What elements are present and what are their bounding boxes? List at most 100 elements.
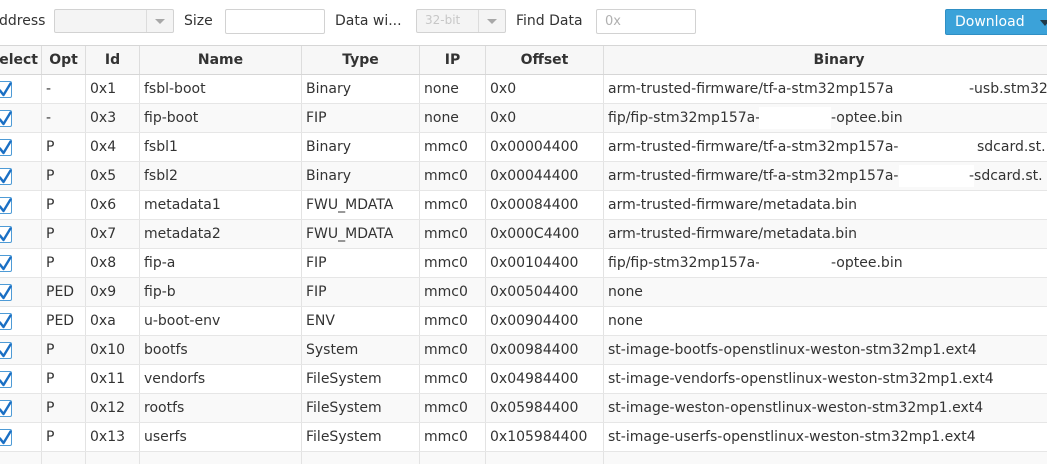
- select-checkbox[interactable]: [0, 400, 12, 417]
- select-checkbox[interactable]: [0, 313, 12, 330]
- find-data-input[interactable]: [596, 9, 696, 34]
- table-row[interactable]: PED 0x9 fip-b FIP mmc0 0x00504400 none: [0, 278, 1047, 307]
- address-combo-arrow-zone[interactable]: [146, 10, 173, 32]
- name-cell: bootfs: [140, 336, 302, 364]
- type-text: FWU_MDATA: [306, 197, 394, 213]
- name-text: rootfs: [144, 400, 185, 416]
- column-header-id[interactable]: Id: [86, 46, 140, 74]
- type-cell: Binary: [302, 133, 420, 161]
- select-checkbox[interactable]: [0, 255, 12, 272]
- data-width-value: 32-bit: [425, 13, 461, 27]
- opt-text: P: [46, 255, 55, 271]
- select-checkbox[interactable]: [0, 81, 12, 98]
- select-cell: [0, 336, 42, 364]
- checkmark-icon: [0, 140, 12, 155]
- chevron-down-icon: [155, 19, 165, 24]
- column-header-opt[interactable]: Opt: [42, 46, 86, 74]
- select-checkbox[interactable]: [0, 371, 12, 388]
- select-checkbox[interactable]: [0, 429, 12, 446]
- select-checkbox[interactable]: [0, 342, 12, 359]
- opt-text: P: [46, 400, 55, 416]
- id-cell: 0x8: [86, 249, 140, 277]
- column-header-offset[interactable]: Offset: [486, 46, 604, 74]
- table-row[interactable]: P 0x4 fsbl1 Binary mmc0 0x00004400 arm-trusted…: [0, 133, 1047, 162]
- id-cell: 0xa: [86, 307, 140, 335]
- size-input[interactable]: [225, 9, 325, 34]
- ip-text: mmc0: [424, 255, 468, 271]
- table-row[interactable]: PED 0xa u-boot-env ENV mmc0 0x00904400 none: [0, 307, 1047, 336]
- address-combo[interactable]: [54, 9, 174, 33]
- opt-text: P: [46, 342, 55, 358]
- data-width-select[interactable]: 32-bit: [416, 9, 506, 33]
- chevron-down-icon[interactable]: [1040, 20, 1047, 26]
- binary-tail-text: -usb.stm32: [969, 81, 1047, 97]
- offset-cell: 0x00904400: [486, 307, 604, 335]
- table-row[interactable]: P 0x11 vendorfs FileSystem mmc0 0x04984400 st-…: [0, 365, 1047, 394]
- column-header-type[interactable]: Type: [302, 46, 420, 74]
- id-cell: 0x4: [86, 133, 140, 161]
- select-checkbox[interactable]: [0, 139, 12, 156]
- select-checkbox[interactable]: [0, 226, 12, 243]
- binary-cell: st-image-vendorfs-openstlinux-weston-stm…: [604, 365, 1047, 393]
- offset-text: 0x00104400: [490, 255, 579, 271]
- id-text: 0x7: [90, 226, 117, 242]
- table-row[interactable]: P 0x12 rootfs FileSystem mmc0 0x05984400 st-im…: [0, 394, 1047, 423]
- offset-cell: 0x000C4400: [486, 220, 604, 248]
- select-checkbox[interactable]: [0, 197, 12, 214]
- table-row[interactable]: P 0x8 fip-a FIP mmc0 0x00104400 fip/fip-stm32m…: [0, 249, 1047, 278]
- type-cell: FWU_MDATA: [302, 191, 420, 219]
- name-text: fsbl-boot: [144, 81, 206, 97]
- select-cell: [0, 423, 42, 451]
- table-row[interactable]: P 0x10 bootfs System mmc0 0x00984400 st-image-…: [0, 336, 1047, 365]
- type-cell: ENV: [302, 307, 420, 335]
- table-row[interactable]: P 0x7 metadata2 FWU_MDATA mmc0 0x000C4400 arm-…: [0, 220, 1047, 249]
- offset-text: 0x105984400: [490, 429, 588, 445]
- select-cell: [0, 104, 42, 132]
- select-checkbox[interactable]: [0, 284, 12, 301]
- id-text: 0x3: [90, 110, 117, 126]
- select-cell: [0, 394, 42, 422]
- data-width-arrow-zone[interactable]: [478, 10, 505, 32]
- type-cell: Binary: [302, 162, 420, 190]
- binary-cell: st-image-userfs-openstlinux-weston-stm32…: [604, 423, 1047, 451]
- offset-text: 0x0: [490, 81, 517, 97]
- binary-tail-text: -optee.bin: [831, 110, 903, 126]
- opt-cell: -: [42, 75, 86, 103]
- column-header-binary[interactable]: Binary: [604, 46, 1047, 74]
- table-row[interactable]: - 0x3 fip-boot FIP none 0x0 fip/fip-stm32mp157…: [0, 104, 1047, 133]
- empty-cell: [86, 452, 140, 464]
- binary-text: none: [608, 313, 643, 329]
- id-cell: 0x13: [86, 423, 140, 451]
- select-checkbox[interactable]: [0, 168, 12, 185]
- id-text: 0x13: [90, 429, 126, 445]
- select-checkbox[interactable]: [0, 110, 12, 127]
- opt-text: P: [46, 197, 55, 213]
- column-header-select[interactable]: elect: [0, 46, 42, 74]
- name-cell: u-boot-env: [140, 307, 302, 335]
- type-cell: System: [302, 336, 420, 364]
- ip-text: mmc0: [424, 313, 468, 329]
- table-row[interactable]: - 0x1 fsbl-boot Binary none 0x0 arm-trusted-fi…: [0, 75, 1047, 104]
- table-row[interactable]: P 0x13 userfs FileSystem mmc0 0x105984400 st-i…: [0, 423, 1047, 452]
- column-header-name[interactable]: Name: [140, 46, 302, 74]
- redaction-block: [894, 78, 974, 100]
- download-button[interactable]: Download: [945, 9, 1047, 35]
- find-data-label: Find Data: [516, 13, 583, 29]
- opt-cell: P: [42, 336, 86, 364]
- offset-text: 0x04984400: [490, 371, 579, 387]
- offset-cell: 0x05984400: [486, 394, 604, 422]
- name-cell: fip-a: [140, 249, 302, 277]
- table-row[interactable]: P 0x6 metadata1 FWU_MDATA mmc0 0x00084400 arm-…: [0, 191, 1047, 220]
- offset-text: 0x00004400: [490, 139, 579, 155]
- binary-tail-text: -sdcard.st.: [969, 168, 1043, 184]
- column-header-ip[interactable]: IP: [420, 46, 486, 74]
- table-row[interactable]: P 0x5 fsbl2 Binary mmc0 0x00044400 arm-trusted…: [0, 162, 1047, 191]
- opt-text: P: [46, 168, 55, 184]
- binary-text: arm-trusted-firmware/tf-a-stm32mp157a-: [608, 139, 899, 155]
- offset-cell: 0x0: [486, 75, 604, 103]
- offset-cell: 0x105984400: [486, 423, 604, 451]
- type-text: FIP: [306, 255, 327, 271]
- id-text: 0x11: [90, 371, 126, 387]
- select-cell: [0, 365, 42, 393]
- ip-text: mmc0: [424, 429, 468, 445]
